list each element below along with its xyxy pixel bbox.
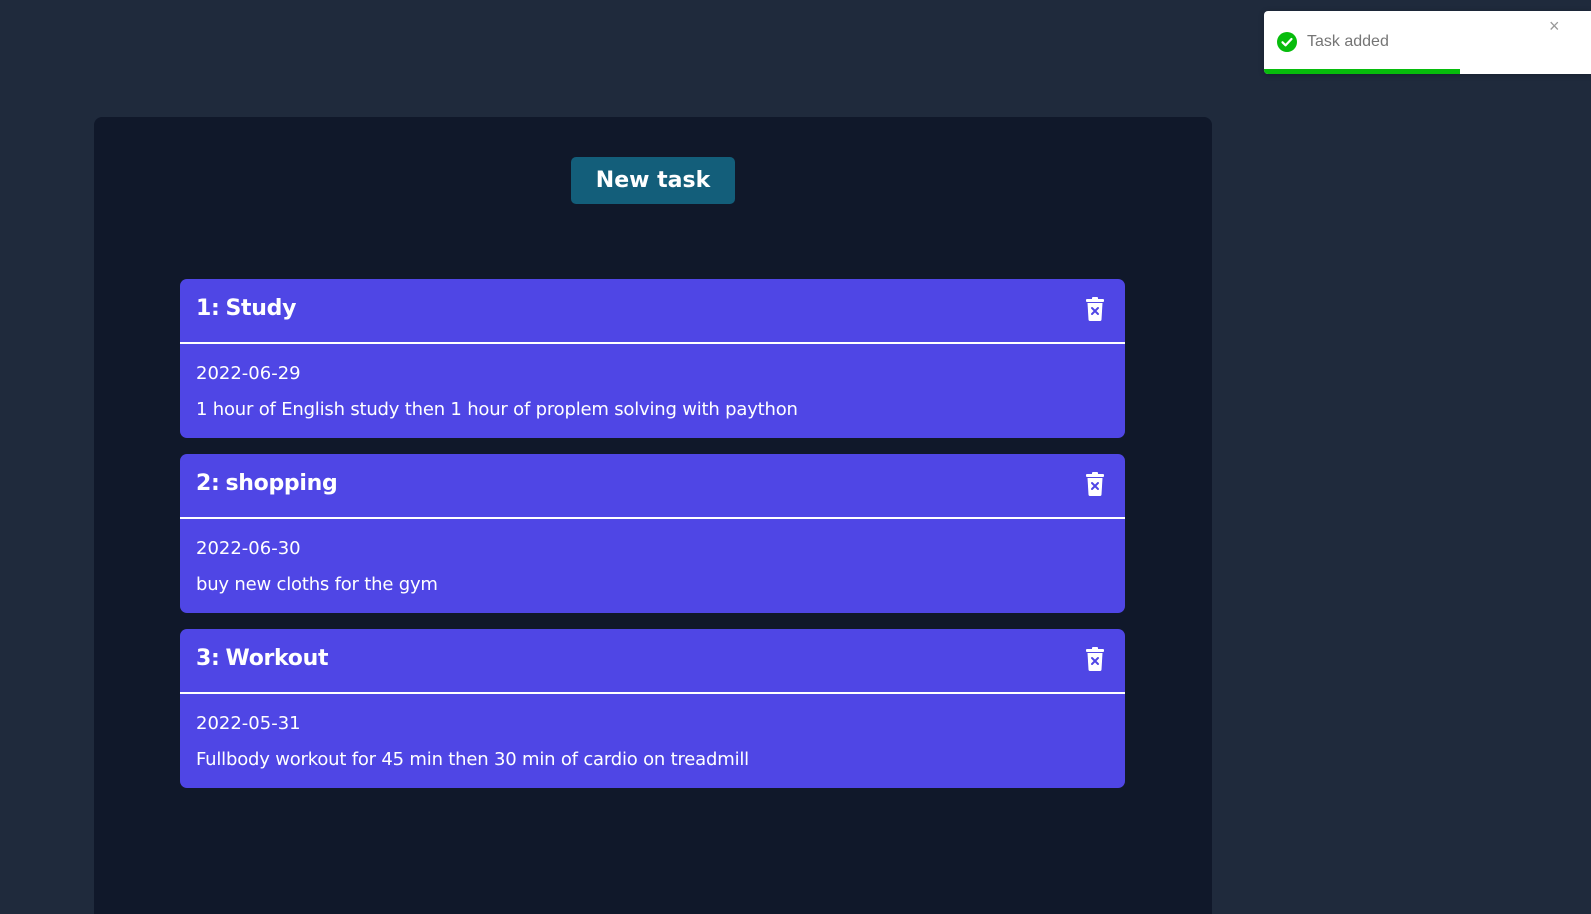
- task-header: 2: shopping: [180, 454, 1125, 519]
- task-date: 2022-06-29: [196, 363, 301, 384]
- new-task-button[interactable]: New task: [571, 157, 735, 204]
- task-header: 1: Study: [180, 279, 1125, 344]
- task-list: 1: Study 2022-06-29 1 hour of English stu…: [180, 279, 1125, 804]
- task-card: 2: shopping 2022-06-30 buy new cloths for…: [180, 454, 1125, 613]
- toast-progress-bar: [1264, 69, 1461, 74]
- task-number: 2:: [196, 471, 220, 496]
- task-card: 1: Study 2022-06-29 1 hour of English stu…: [180, 279, 1125, 438]
- task-card: 3: Workout 2022-05-31 Fullbody workout fo…: [180, 629, 1125, 788]
- task-description: 1 hour of English study then 1 hour of p…: [196, 399, 798, 420]
- task-number: 1:: [196, 296, 220, 321]
- task-title: 3: Workout: [196, 646, 329, 671]
- trash-x-icon[interactable]: [1085, 472, 1105, 496]
- toast-message: Task added: [1307, 33, 1389, 50]
- check-circle-icon: [1277, 32, 1297, 52]
- close-icon[interactable]: ×: [1549, 17, 1560, 35]
- task-date: 2022-06-30: [196, 538, 301, 559]
- task-title-text: Study: [225, 296, 297, 321]
- task-description: Fullbody workout for 45 min then 30 min …: [196, 749, 749, 770]
- task-number: 3:: [196, 646, 220, 671]
- toast-notification[interactable]: Task added ×: [1264, 11, 1591, 74]
- task-header: 3: Workout: [180, 629, 1125, 694]
- trash-x-icon[interactable]: [1085, 647, 1105, 671]
- task-description: buy new cloths for the gym: [196, 574, 438, 595]
- trash-x-icon[interactable]: [1085, 297, 1105, 321]
- task-title: 2: shopping: [196, 471, 338, 496]
- task-title-text: shopping: [225, 471, 338, 496]
- task-title-text: Workout: [225, 646, 329, 671]
- task-title: 1: Study: [196, 296, 296, 321]
- task-date: 2022-05-31: [196, 713, 301, 734]
